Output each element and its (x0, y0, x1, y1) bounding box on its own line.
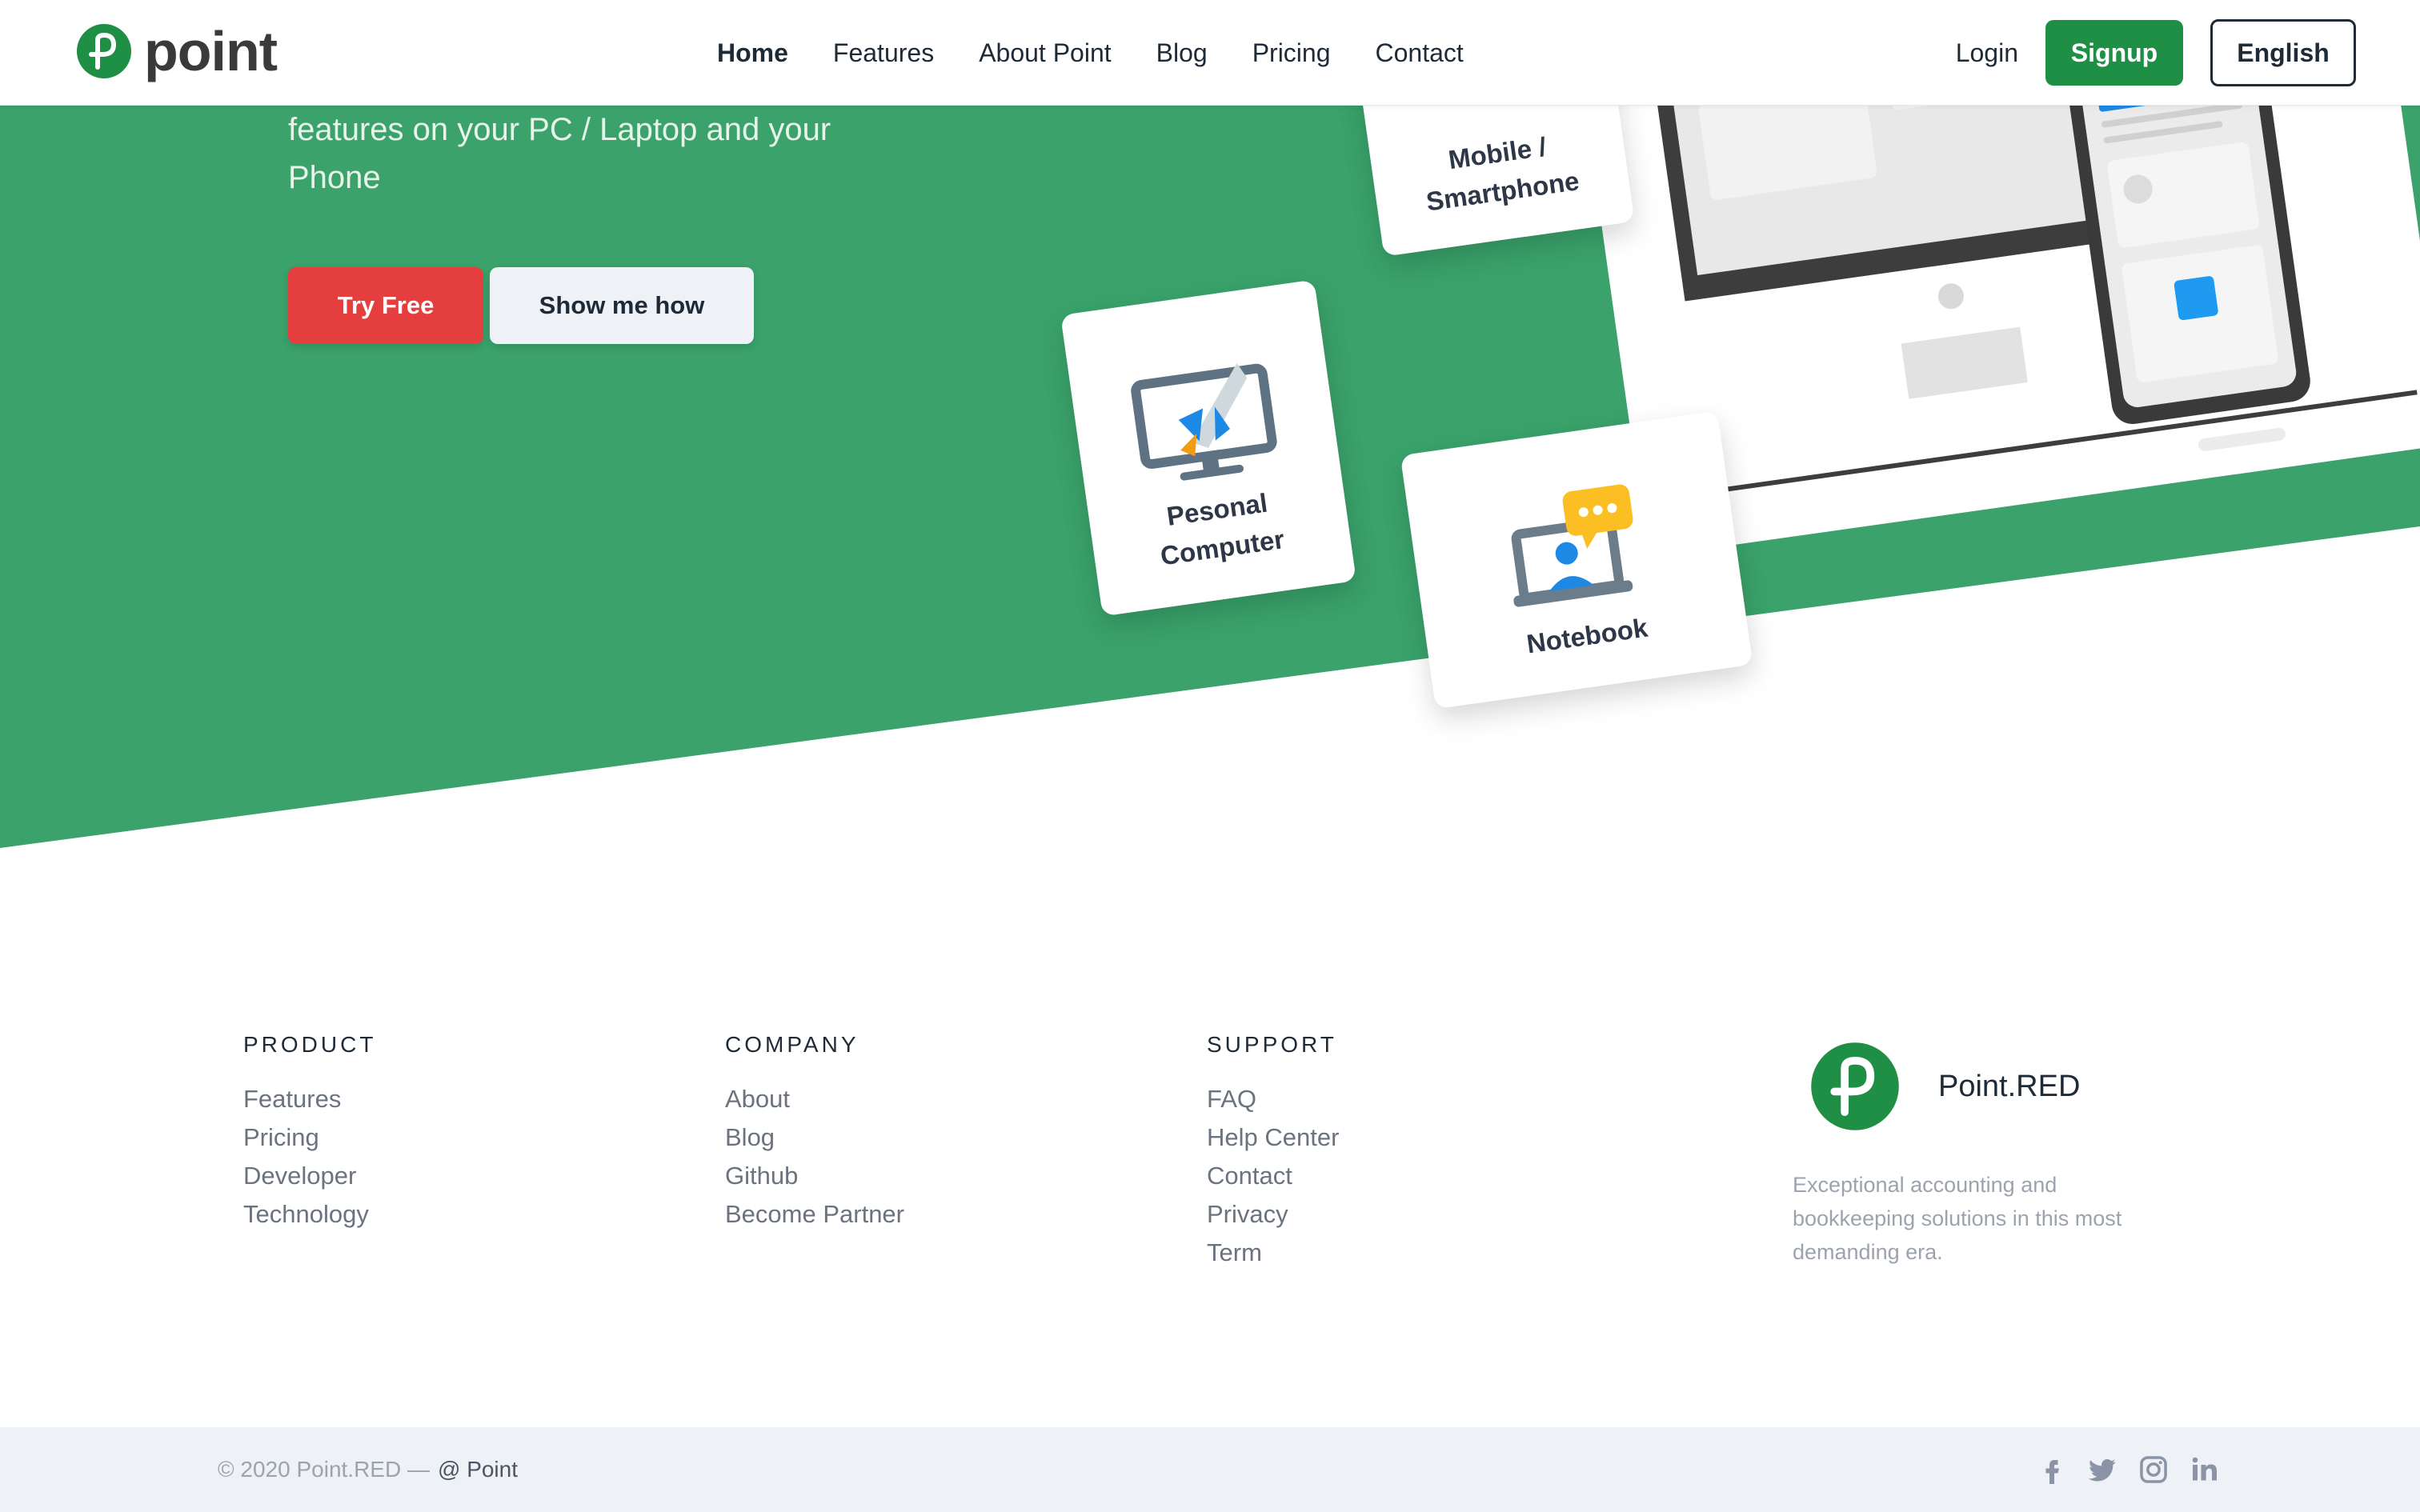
nav-actions: Login Signup English (1956, 19, 2356, 86)
point-red-logo-icon (1811, 1042, 1899, 1130)
hero-description-line2: Phone (288, 160, 381, 195)
footer-heading-support: SUPPORT (1207, 1032, 1337, 1057)
twitter-icon[interactable] (2087, 1455, 2118, 1484)
footer-link-become-partner[interactable]: Become Partner (725, 1195, 1207, 1234)
footer-link-technology[interactable]: Technology (243, 1195, 725, 1234)
footer-brand-name: Point.RED (1938, 1069, 2081, 1103)
laptop-chat-icon (1511, 484, 1633, 607)
nav-blog[interactable]: Blog (1156, 38, 1208, 68)
monitor-rocket-icon (1131, 363, 1277, 481)
footer-heading-company: COMPANY (725, 1032, 859, 1057)
nav-home[interactable]: Home (717, 38, 788, 68)
footer-link-blog[interactable]: Blog (725, 1118, 1207, 1157)
main-nav: Home Features About Point Blog Pricing C… (717, 0, 1464, 106)
footer-link-features[interactable]: Features (243, 1080, 725, 1118)
footer-link-pricing[interactable]: Pricing (243, 1118, 725, 1157)
nav-pricing[interactable]: Pricing (1252, 38, 1331, 68)
footer-link-privacy[interactable]: Privacy (1207, 1195, 1689, 1234)
copyright-text: © 2020 Point.RED — (218, 1457, 430, 1482)
footer-columns: PRODUCT Features Pricing Developer Techn… (243, 1032, 1689, 1272)
brand-desc-line2: bookkeeping solutions in this most (1793, 1206, 2122, 1230)
footer-brand-row: Point.RED (1809, 1040, 2080, 1133)
footer-link-term[interactable]: Term (1207, 1234, 1689, 1272)
footer-link-developer[interactable]: Developer (243, 1157, 725, 1195)
show-me-how-button[interactable]: Show me how (490, 267, 754, 344)
footer-link-faq[interactable]: FAQ (1207, 1080, 1689, 1118)
linkedin-icon[interactable] (2190, 1455, 2220, 1484)
brand-desc-line3: demanding era. (1793, 1240, 1943, 1264)
footer-column-company: COMPANY About Blog Github Become Partner (725, 1032, 1207, 1272)
point-logo-icon (77, 24, 131, 78)
footer-column-support: SUPPORT FAQ Help Center Contact Privacy … (1207, 1032, 1689, 1272)
nav-contact[interactable]: Contact (1376, 38, 1464, 68)
notebook-card-label: Notebook (1525, 612, 1650, 659)
footer-link-contact[interactable]: Contact (1207, 1157, 1689, 1195)
copyright-brand-link[interactable]: @ Point (438, 1457, 518, 1482)
top-navbar: point Home Features About Point Blog Pri… (0, 0, 2420, 106)
footer-link-github[interactable]: Github (725, 1157, 1207, 1195)
footer-bottom-bar: © 2020 Point.RED — @ Point (0, 1427, 2420, 1512)
nav-about-point[interactable]: About Point (979, 38, 1111, 68)
brand-desc-line1: Exceptional accounting and (1793, 1173, 2057, 1197)
hero-buttons: Try Free Show me how (288, 267, 754, 344)
footer-brand-description: Exceptional accounting and bookkeeping s… (1793, 1168, 2193, 1269)
footer-column-product: PRODUCT Features Pricing Developer Techn… (243, 1032, 725, 1272)
footer-heading-product: PRODUCT (243, 1032, 377, 1057)
instagram-icon[interactable] (2138, 1454, 2169, 1485)
facebook-icon[interactable] (2037, 1455, 2066, 1484)
hero-description: features on your PC / Laptop and your Ph… (288, 106, 976, 202)
copyright: © 2020 Point.RED — @ Point (218, 1427, 518, 1512)
logo-wordmark: point (144, 20, 278, 82)
login-link[interactable]: Login (1956, 38, 2018, 68)
hero-section: Mobile / Smartphone Pesonal Computer Not… (0, 0, 2420, 880)
try-free-button[interactable]: Try Free (288, 267, 483, 344)
signup-button[interactable]: Signup (2045, 20, 2183, 86)
language-button[interactable]: English (2210, 19, 2356, 86)
personal-computer-card: Pesonal Computer (1060, 279, 1356, 617)
nav-features[interactable]: Features (833, 38, 934, 68)
notebook-card: Notebook (1400, 410, 1753, 710)
point-logo[interactable]: point (75, 20, 278, 82)
footer-link-about[interactable]: About (725, 1080, 1207, 1118)
footer-link-help-center[interactable]: Help Center (1207, 1118, 1689, 1157)
hero-description-line1: features on your PC / Laptop and your (288, 112, 831, 147)
social-links (2037, 1427, 2220, 1512)
